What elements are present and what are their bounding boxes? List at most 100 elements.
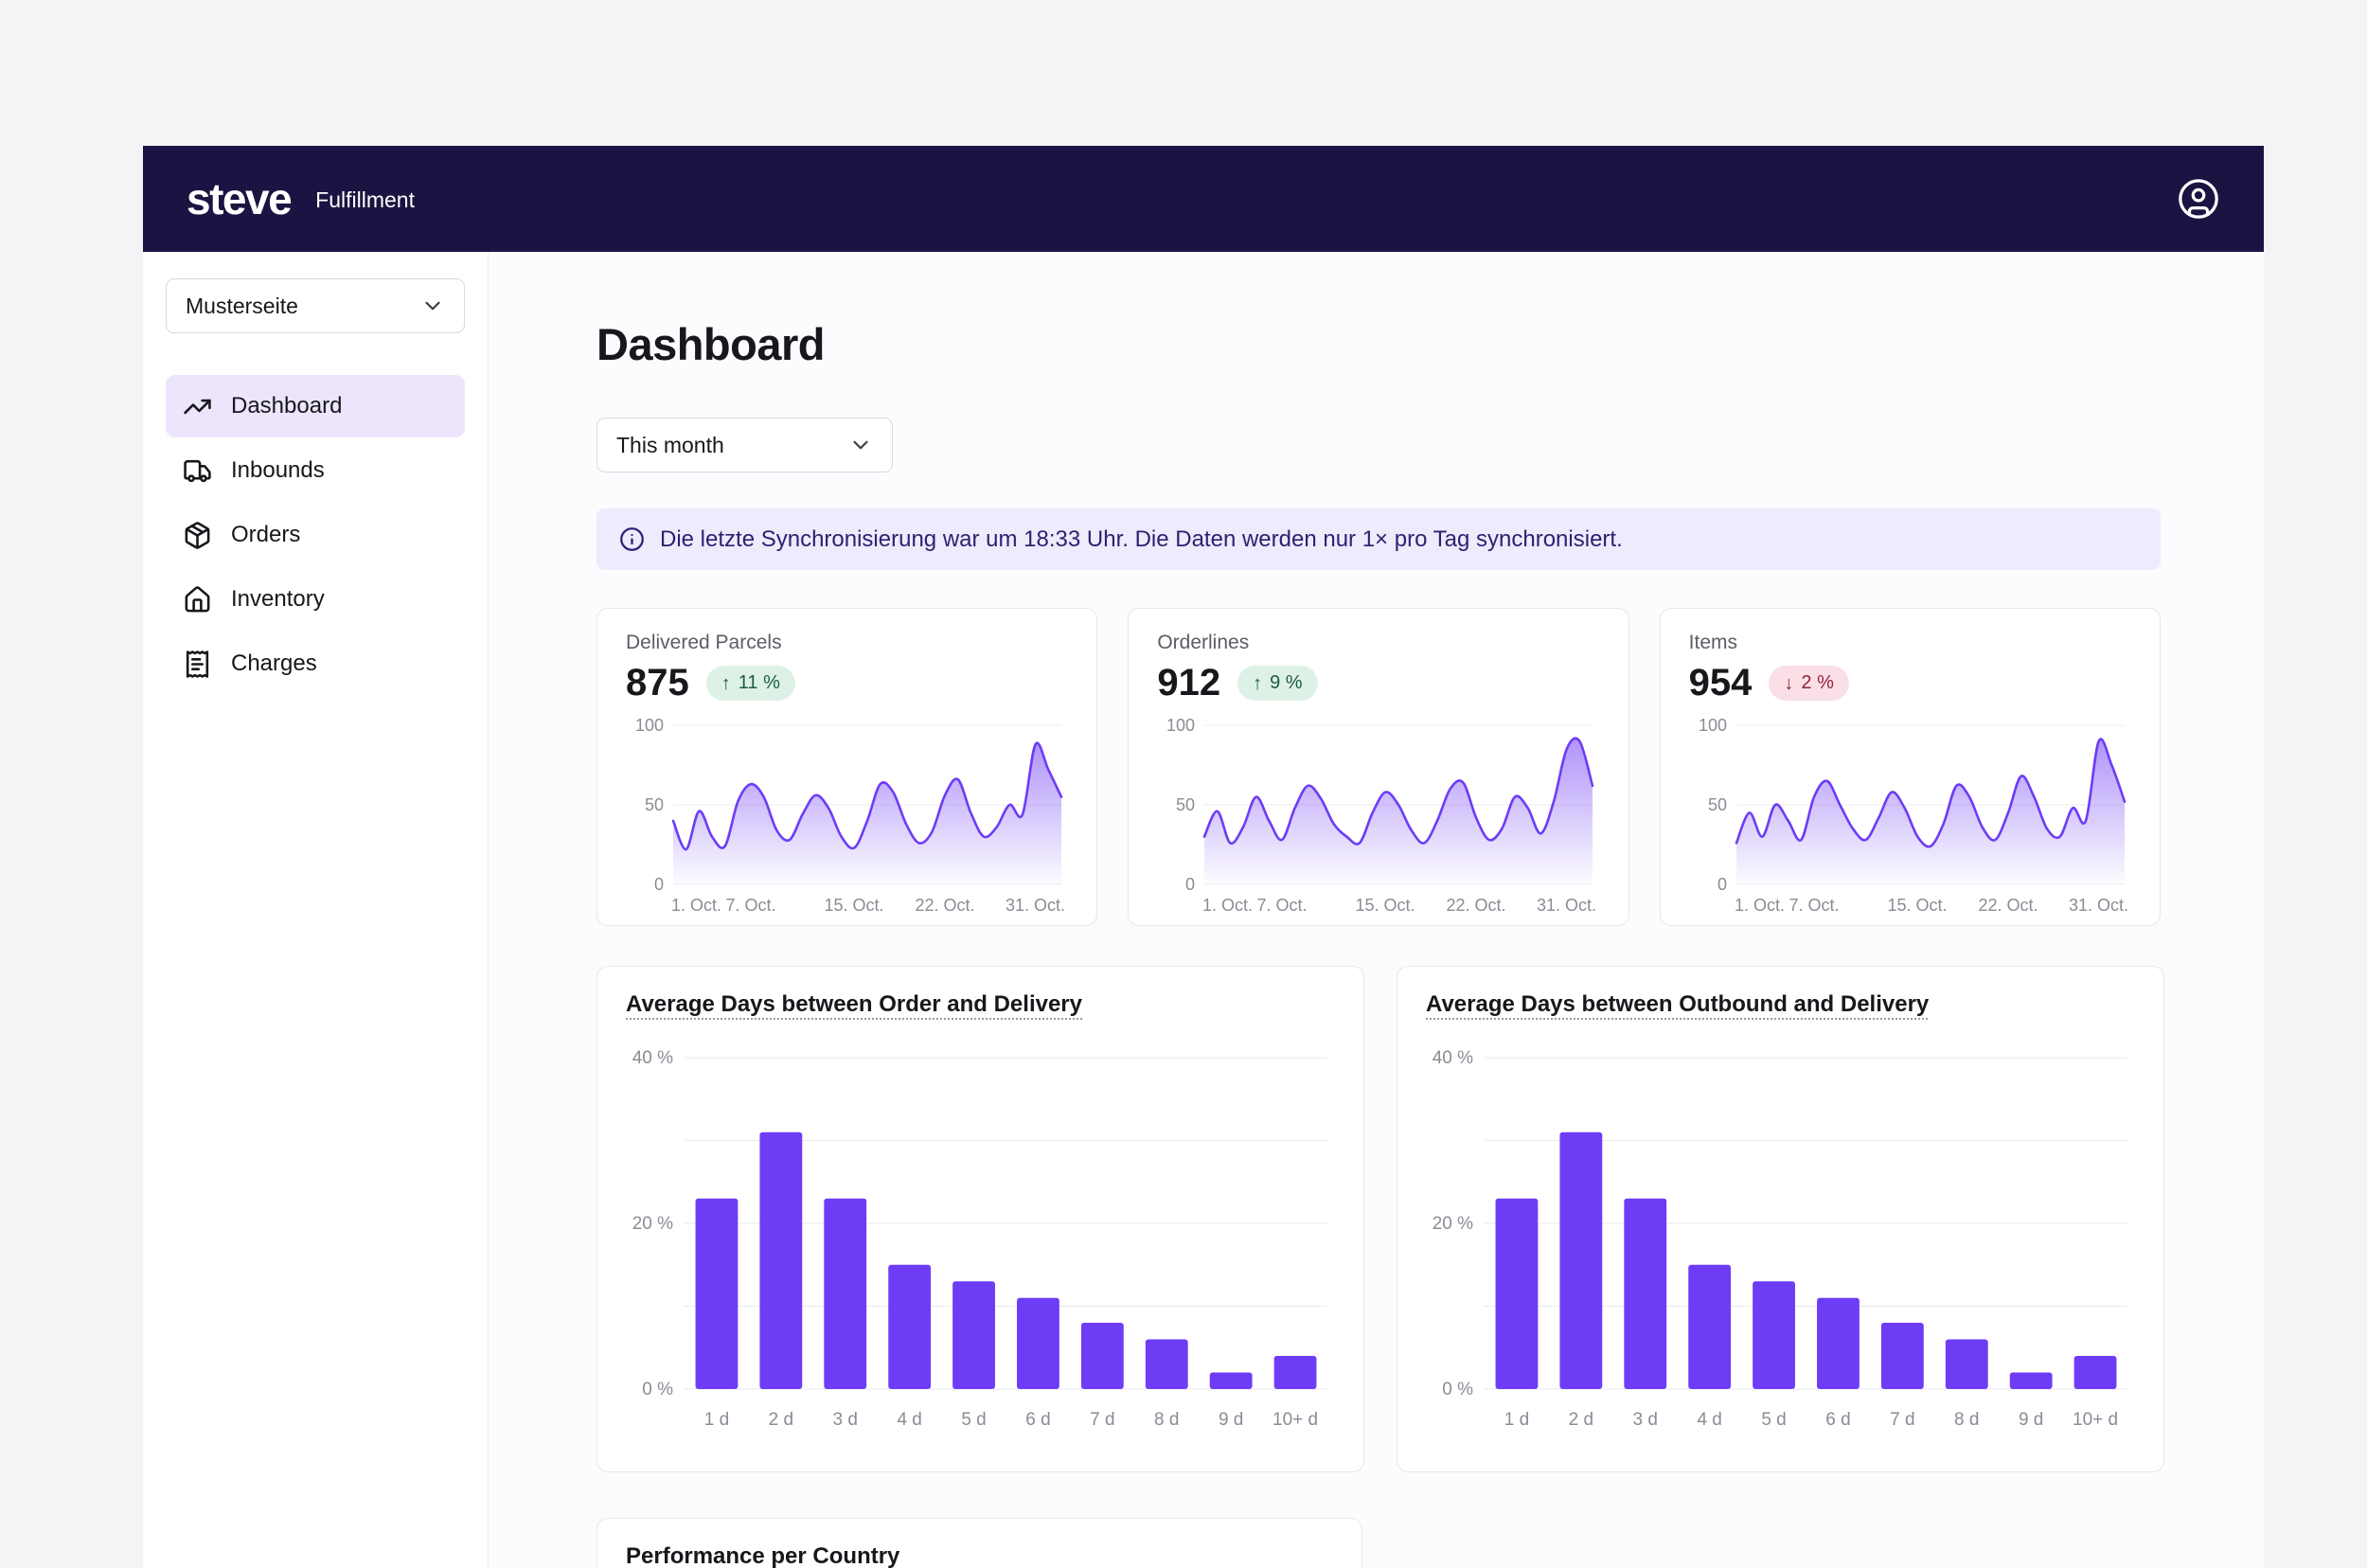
svg-text:31. Oct.: 31. Oct. (2069, 896, 2128, 915)
sidebar-item-charges[interactable]: Charges (166, 633, 465, 695)
sync-info-text: Die letzte Synchronisierung war um 18:33… (660, 526, 1623, 553)
sync-info-banner: Die letzte Synchronisierung war um 18:33… (596, 508, 2161, 570)
user-circle-icon (2177, 177, 2220, 221)
stat-value: 912 (1157, 662, 1220, 704)
svg-text:22. Oct.: 22. Oct. (1978, 896, 2038, 915)
svg-text:20 %: 20 % (1433, 1214, 1473, 1234)
svg-text:1. Oct.: 1. Oct. (671, 896, 721, 915)
svg-text:20 %: 20 % (632, 1214, 673, 1234)
svg-text:5 d: 5 d (961, 1410, 986, 1430)
svg-text:50: 50 (1708, 795, 1727, 814)
svg-text:15. Oct.: 15. Oct. (1356, 896, 1415, 915)
svg-text:0 %: 0 % (1442, 1380, 1473, 1399)
sidebar-item-inbounds[interactable]: Inbounds (166, 439, 465, 502)
svg-text:0: 0 (654, 875, 664, 894)
svg-text:3 d: 3 d (833, 1410, 858, 1430)
svg-text:1. Oct.: 1. Oct. (1735, 896, 1785, 915)
page: steve Fulfillment Musterseite (0, 0, 2367, 1568)
delta-value: 11 % (739, 672, 780, 694)
svg-text:40 %: 40 % (1433, 1048, 1473, 1068)
stat-label: Items (1689, 632, 2131, 654)
trending-up-icon (183, 392, 212, 421)
sidebar-item-label: Dashboard (231, 393, 342, 419)
svg-text:7. Oct.: 7. Oct. (725, 896, 775, 915)
svg-text:50: 50 (645, 795, 664, 814)
svg-text:1 d: 1 d (1504, 1410, 1529, 1430)
stat-value: 875 (626, 662, 689, 704)
svg-text:5 d: 5 d (1761, 1410, 1786, 1430)
svg-text:0: 0 (1185, 875, 1195, 894)
chevron-down-icon (848, 433, 873, 457)
sidebar-item-orders[interactable]: Orders (166, 504, 465, 566)
chart-card-order-delivery: Average Days between Order and Delivery … (596, 966, 1364, 1472)
product-name: Fulfillment (315, 187, 415, 213)
svg-text:7 d: 7 d (1890, 1410, 1914, 1430)
sidebar-item-label: Charges (231, 650, 317, 677)
workspace-select-value: Musterseite (186, 294, 298, 319)
svg-text:0: 0 (1717, 875, 1727, 894)
stat-value: 954 (1689, 662, 1753, 704)
svg-text:4 d: 4 d (897, 1410, 921, 1430)
stat-label: Delivered Parcels (626, 632, 1068, 654)
house-icon (183, 585, 212, 615)
brand-logo: steve (187, 177, 291, 221)
arrow-up-icon: ↑ (721, 674, 731, 693)
svg-text:100: 100 (635, 716, 664, 735)
svg-text:7 d: 7 d (1090, 1410, 1114, 1430)
svg-text:8 d: 8 d (1154, 1410, 1179, 1430)
svg-text:100: 100 (1166, 716, 1195, 735)
svg-text:3 d: 3 d (1633, 1410, 1658, 1430)
svg-text:22. Oct.: 22. Oct. (915, 896, 974, 915)
svg-text:6 d: 6 d (1025, 1410, 1050, 1430)
truck-icon (183, 456, 212, 486)
sparkline-chart-items: 0501001. Oct.7. Oct.15. Oct.22. Oct.31. … (1689, 714, 2130, 918)
chart-card-outbound-delivery: Average Days between Outbound and Delive… (1397, 966, 2164, 1472)
sidebar-item-inventory[interactable]: Inventory (166, 568, 465, 631)
stat-cards-row: Delivered Parcels 875 ↑ 11 % 0 50 100 1. Oc… (596, 608, 2161, 926)
chart-title: Average Days between Outbound and Delive… (1426, 991, 1929, 1018)
stat-card-items: Items 954 ↓ 2 % 0501001. Oct.7. Oct.15. … (1660, 608, 2161, 926)
delta-value: 2 % (1801, 672, 1833, 694)
svg-text:9 d: 9 d (2019, 1410, 2043, 1430)
chevron-down-icon (420, 294, 445, 318)
svg-text:50: 50 (1176, 795, 1195, 814)
chart-title: Performance per Country (626, 1543, 899, 1568)
svg-text:31. Oct.: 31. Oct. (1537, 896, 1596, 915)
sparkline-chart-delivered-parcels: 0501001. Oct.7. Oct.15. Oct.22. Oct.31. … (626, 714, 1067, 918)
delta-badge: ↓ 2 % (1769, 666, 1848, 701)
svg-text:15. Oct.: 15. Oct. (825, 896, 884, 915)
top-navbar: steve Fulfillment (143, 146, 2264, 252)
stat-label: Orderlines (1157, 632, 1599, 654)
svg-text:6 d: 6 d (1825, 1410, 1850, 1430)
svg-text:10+ d: 10+ d (2073, 1410, 2118, 1430)
svg-text:40 %: 40 % (632, 1048, 673, 1068)
svg-text:1 d: 1 d (704, 1410, 729, 1430)
bar-chart-outbound-delivery: 0 %20 %40 %1 d2 d3 d4 d5 d6 d7 d8 d9 d10… (1426, 1041, 2135, 1438)
sidebar-item-label: Inbounds (231, 457, 325, 484)
svg-text:100: 100 (1699, 716, 1727, 735)
page-title: Dashboard (596, 318, 2161, 370)
svg-text:10+ d: 10+ d (1272, 1410, 1318, 1430)
sparkline-chart-orderlines: 0501001. Oct.7. Oct.15. Oct.22. Oct.31. … (1157, 714, 1598, 918)
stat-card-delivered-parcels: Delivered Parcels 875 ↑ 11 % 0 50 100 1. Oc… (596, 608, 1097, 926)
sidebar-item-dashboard[interactable]: Dashboard (166, 375, 465, 437)
stat-card-orderlines: Orderlines 912 ↑ 9 % 0501001. Oct.7. Oct… (1128, 608, 1628, 926)
svg-text:7. Oct.: 7. Oct. (1789, 896, 1839, 915)
main-content: Dashboard This month Die letzte Synchron… (489, 252, 2264, 1568)
workspace-select[interactable]: Musterseite (166, 278, 465, 333)
delta-badge: ↑ 11 % (706, 666, 795, 701)
bar-chart-order-delivery: 0 %20 %40 %1 d2 d3 d4 d5 d6 d7 d8 d9 d10… (626, 1041, 1335, 1438)
svg-text:1. Oct.: 1. Oct. (1202, 896, 1253, 915)
svg-text:8 d: 8 d (1954, 1410, 1979, 1430)
period-select[interactable]: This month (596, 418, 893, 472)
delta-value: 9 % (1270, 672, 1302, 694)
sidebar-item-label: Inventory (231, 586, 325, 613)
performance-per-country-card: Performance per Country (596, 1518, 1362, 1568)
svg-text:9 d: 9 d (1219, 1410, 1243, 1430)
svg-text:7. Oct.: 7. Oct. (1257, 896, 1308, 915)
sidebar-item-label: Orders (231, 522, 300, 548)
user-account-button[interactable] (2177, 177, 2220, 221)
svg-text:0 %: 0 % (642, 1380, 673, 1399)
svg-text:2 d: 2 d (1569, 1410, 1593, 1430)
package-icon (183, 521, 212, 550)
